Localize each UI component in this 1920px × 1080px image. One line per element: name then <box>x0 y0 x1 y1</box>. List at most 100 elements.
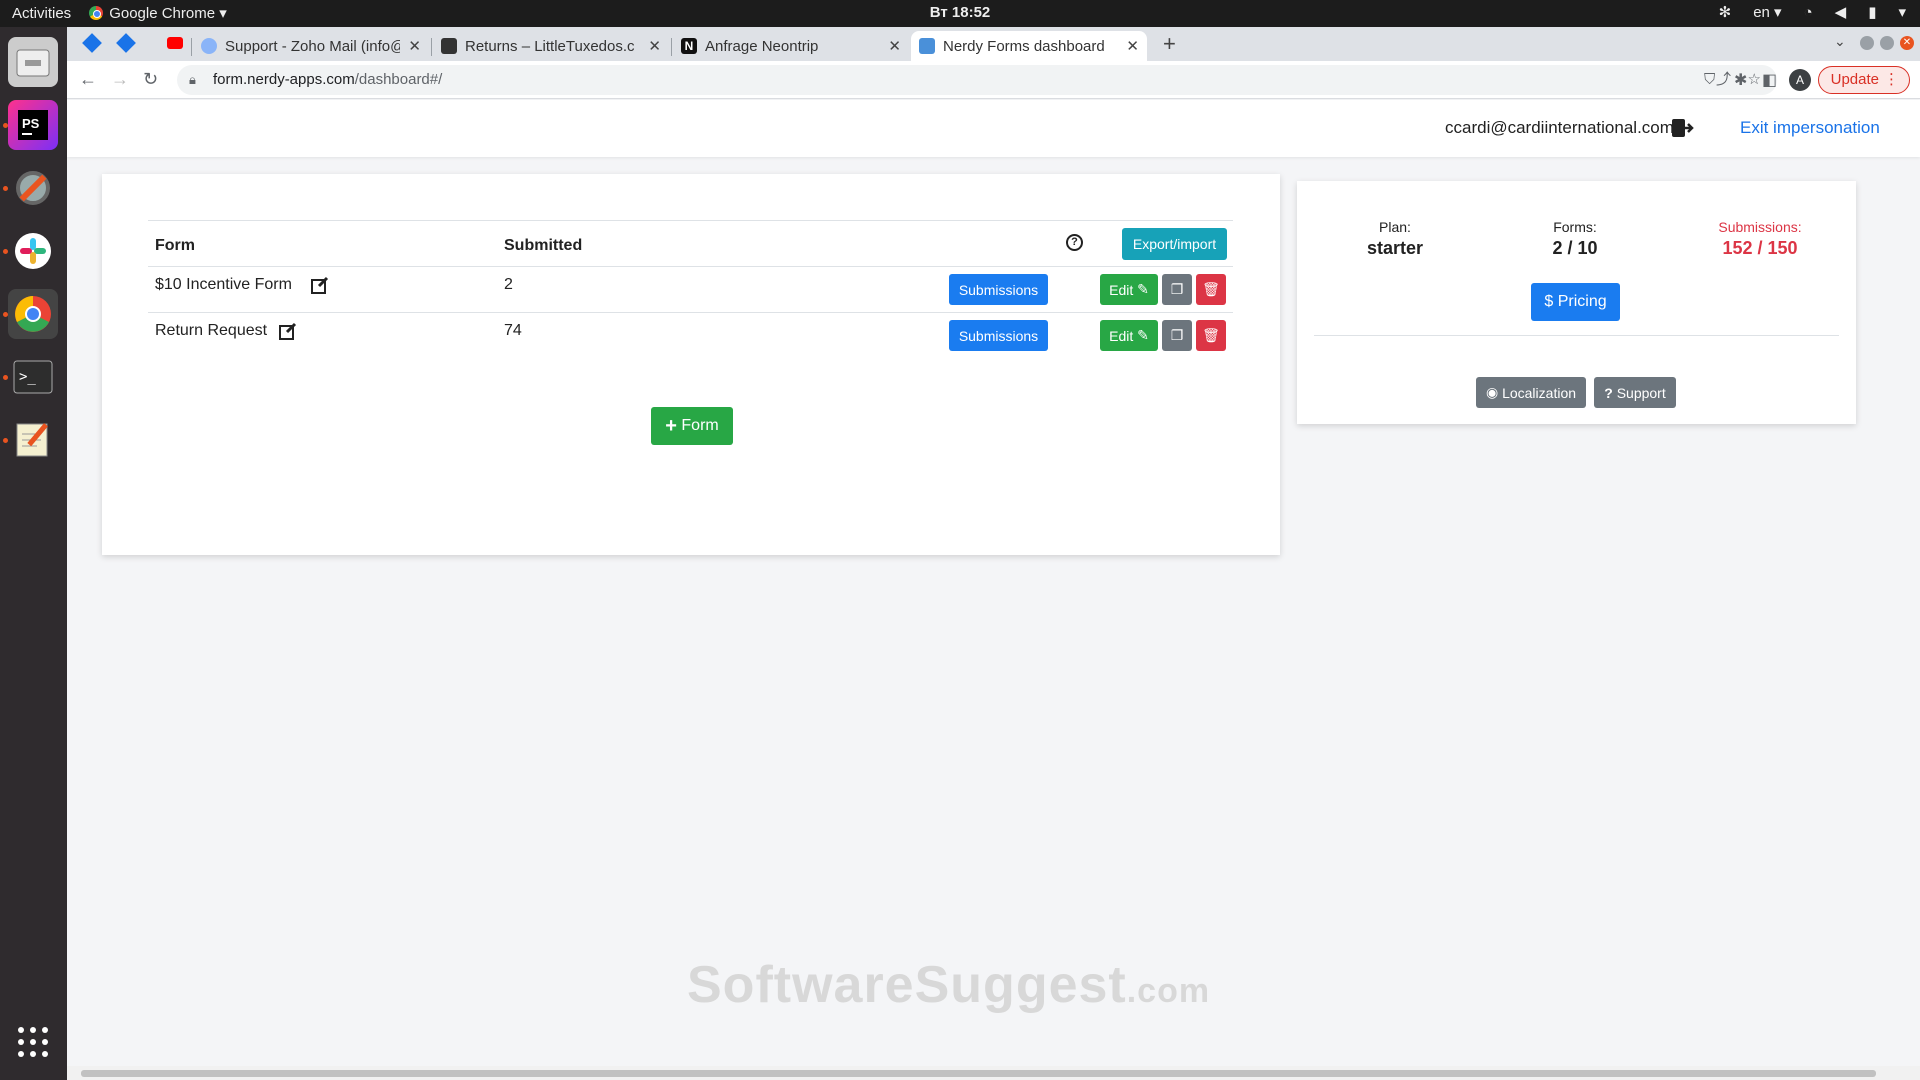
pinned-tab-jira-1[interactable] <box>82 33 102 53</box>
copy-icon: ❐ <box>1170 327 1184 343</box>
tab-close-icon[interactable]: ✕ <box>1126 37 1139 55</box>
battery-icon[interactable]: ▮ <box>1868 3 1876 21</box>
tab-anfrage-neontrip[interactable]: N Anfrage Neontrip ✕ <box>673 31 909 61</box>
tab-close-icon[interactable]: ✕ <box>408 37 421 55</box>
reload-icon[interactable]: ↻ <box>143 69 158 90</box>
wifi-icon[interactable]: ◔ <box>1804 4 1813 21</box>
pinned-tab-youtube[interactable] <box>167 37 183 49</box>
exit-impersonation-link[interactable]: Exit impersonation <box>1740 118 1880 138</box>
tab-close-icon[interactable]: ✕ <box>648 37 661 55</box>
help-icon[interactable]: ? <box>1066 234 1083 251</box>
tab-strip: Support - Zoho Mail (info@ ✕ Returns – L… <box>67 27 1920 61</box>
chrome-dock-icon[interactable] <box>8 289 58 339</box>
trash-icon: 🗑︎ <box>1202 281 1220 297</box>
submissions-button[interactable]: Submissions <box>949 320 1048 351</box>
running-indicator <box>3 438 8 443</box>
close-window-button[interactable]: ✕ <box>1900 36 1914 50</box>
edit-name-icon[interactable] <box>311 276 329 299</box>
watermark-suffix: .com <box>1126 972 1211 1010</box>
address-bar[interactable]: 🔒︎ form.nerdy-apps.com/dashboard#/ ⤴ ☆ <box>177 65 1777 95</box>
back-icon[interactable]: ← <box>79 69 97 90</box>
bookmark-star-icon[interactable]: ☆ <box>1748 65 1761 95</box>
volume-icon[interactable]: ◀ <box>1835 3 1847 21</box>
submissions-label: Submissions: <box>1718 219 1802 235</box>
system-menu-icon[interactable]: ▾ <box>1898 3 1906 21</box>
slack-tray-icon[interactable]: ✻ <box>1719 3 1732 21</box>
plan-value: starter <box>1366 238 1424 258</box>
copy-button[interactable]: ❐ <box>1162 274 1192 305</box>
forward-icon[interactable]: → <box>111 69 129 90</box>
littletuxedos-icon <box>441 38 457 54</box>
submissions-value: 152 / 150 <box>1722 238 1798 258</box>
localization-button[interactable]: ◉ Localization <box>1476 377 1586 408</box>
form-name: $10 Incentive Form <box>155 276 292 293</box>
submissions-button[interactable]: Submissions <box>949 274 1048 305</box>
support-button[interactable]: ? Support <box>1594 377 1676 408</box>
delete-button[interactable]: 🗑︎ <box>1196 274 1226 305</box>
pricing-button[interactable]: $ Pricing <box>1531 283 1620 321</box>
svg-text:PS: PS <box>22 116 40 131</box>
plan-card: Plan: starter Forms: 2 / 10 Submissions:… <box>1297 181 1856 424</box>
minimize-button[interactable] <box>1860 36 1874 50</box>
tab-title: Anfrage Neontrip <box>705 37 819 55</box>
new-tab-button[interactable]: + <box>1163 31 1176 57</box>
submitted-count: 2 <box>504 276 513 293</box>
pinned-tab-jira-2[interactable] <box>116 33 136 53</box>
settings-tool-icon[interactable] <box>8 163 58 213</box>
clock[interactable]: Вт 18:52 <box>0 4 1920 21</box>
tab-returns[interactable]: Returns – LittleTuxedos.c ✕ <box>433 31 669 61</box>
table-row: Return Request 74 Submissions Edit ✎ ❐ 🗑… <box>148 312 1233 358</box>
tab-nerdy-forms[interactable]: Nerdy Forms dashboard ✕ <box>911 31 1147 61</box>
tab-close-icon[interactable]: ✕ <box>888 37 901 55</box>
forms-value: 2 / 10 <box>1552 238 1598 258</box>
logout-icon[interactable] <box>1670 116 1694 145</box>
tab-separator <box>191 38 192 56</box>
running-indicator <box>3 123 8 128</box>
tab-separator <box>431 38 432 56</box>
running-indicator <box>3 312 8 317</box>
extensions-icon[interactable]: ✱ <box>1734 70 1747 90</box>
running-indicator <box>3 249 8 254</box>
tab-separator <box>671 38 672 56</box>
language-indicator[interactable]: en ▾ <box>1753 3 1781 21</box>
phpstorm-icon[interactable]: PS <box>8 100 58 150</box>
watermark-main: SoftwareSuggest <box>687 956 1127 1014</box>
show-applications-icon[interactable] <box>8 1017 58 1067</box>
share-icon[interactable]: ⤴ <box>1716 65 1731 95</box>
form-name: Return Request <box>155 322 268 339</box>
files-icon[interactable] <box>8 37 58 87</box>
pricing-label: Pricing <box>1557 293 1607 310</box>
shield-extension-icon[interactable]: ⛉ <box>1704 71 1715 88</box>
scrollbar-thumb[interactable] <box>81 1070 1876 1077</box>
delete-button[interactable]: 🗑︎ <box>1196 320 1226 351</box>
menu-dots-icon: ⋮ <box>1884 71 1899 88</box>
maximize-button[interactable] <box>1880 36 1894 50</box>
page-header: ccardi@cardiinternational.com Exit imper… <box>67 100 1920 157</box>
side-panel-icon[interactable]: ◧ <box>1762 70 1777 90</box>
tab-search-button[interactable]: ⌄ <box>1834 33 1846 50</box>
running-indicator <box>3 375 8 380</box>
tab-zoho-mail[interactable]: Support - Zoho Mail (info@ ✕ <box>193 31 429 61</box>
watermark: SoftwareSuggest.com <box>687 955 1210 1015</box>
export-import-button[interactable]: Export/import <box>1122 228 1227 260</box>
edit-label: Edit <box>1109 327 1134 344</box>
horizontal-scrollbar[interactable] <box>67 1066 1920 1080</box>
edit-button[interactable]: Edit ✎ <box>1100 320 1158 351</box>
add-form-button[interactable]: + Form <box>651 407 733 445</box>
edit-button[interactable]: Edit ✎ <box>1100 274 1158 305</box>
edit-name-icon[interactable] <box>279 322 297 345</box>
update-button[interactable]: Update ⋮ <box>1817 66 1910 94</box>
pencil-icon: ✎ <box>1137 281 1149 297</box>
profile-avatar[interactable]: A <box>1789 69 1811 91</box>
text-editor-icon[interactable] <box>8 415 58 465</box>
slack-icon[interactable] <box>8 226 58 276</box>
copy-button[interactable]: ❐ <box>1162 320 1192 351</box>
col-header-form: Form <box>155 237 195 254</box>
trash-icon: 🗑︎ <box>1202 327 1220 343</box>
update-label: Update <box>1830 71 1879 88</box>
browser-toolbar: ← → ↻ 🔒︎ form.nerdy-apps.com/dashboard#/… <box>67 61 1920 99</box>
dock: PS >_ <box>0 27 67 1080</box>
col-header-submitted: Submitted <box>504 237 583 254</box>
terminal-icon[interactable]: >_ <box>8 352 58 402</box>
url-path: /dashboard#/ <box>354 71 443 88</box>
